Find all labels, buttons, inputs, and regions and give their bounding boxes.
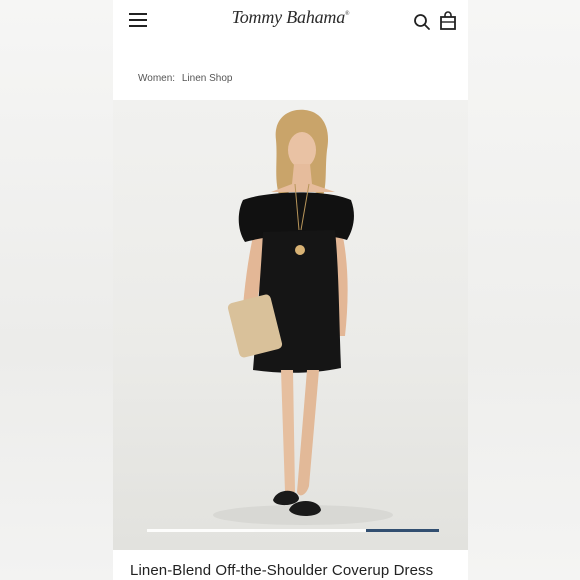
shopping-bag-icon[interactable] [439,11,457,31]
registered-mark: ® [345,11,350,17]
left-leg [281,370,295,492]
model-photo-illustration [213,109,393,525]
site-header: Tommy Bahama® [113,0,468,40]
left-blurred-margin [0,0,113,580]
product-image[interactable] [113,100,468,550]
breadcrumb-item-linen-shop[interactable]: Linen Shop [182,73,233,84]
right-leg [297,370,319,496]
search-icon[interactable] [413,13,431,31]
breadcrumb: Women: Linen Shop [138,73,232,84]
mobile-page: Tommy Bahama® Women: Linen Shop Linen-Bl… [113,0,468,580]
breadcrumb-item-women[interactable]: Women: [138,73,175,84]
product-title: Linen-Blend Off-the-Shoulder Coverup Dre… [130,562,434,579]
carousel-progress [147,529,439,532]
carousel-progress-fill [366,529,439,532]
pendant [295,245,305,255]
face [288,132,316,168]
brand-name: Tommy Bahama [231,7,346,27]
right-blurred-margin [468,0,580,580]
left-sandal [273,490,299,506]
